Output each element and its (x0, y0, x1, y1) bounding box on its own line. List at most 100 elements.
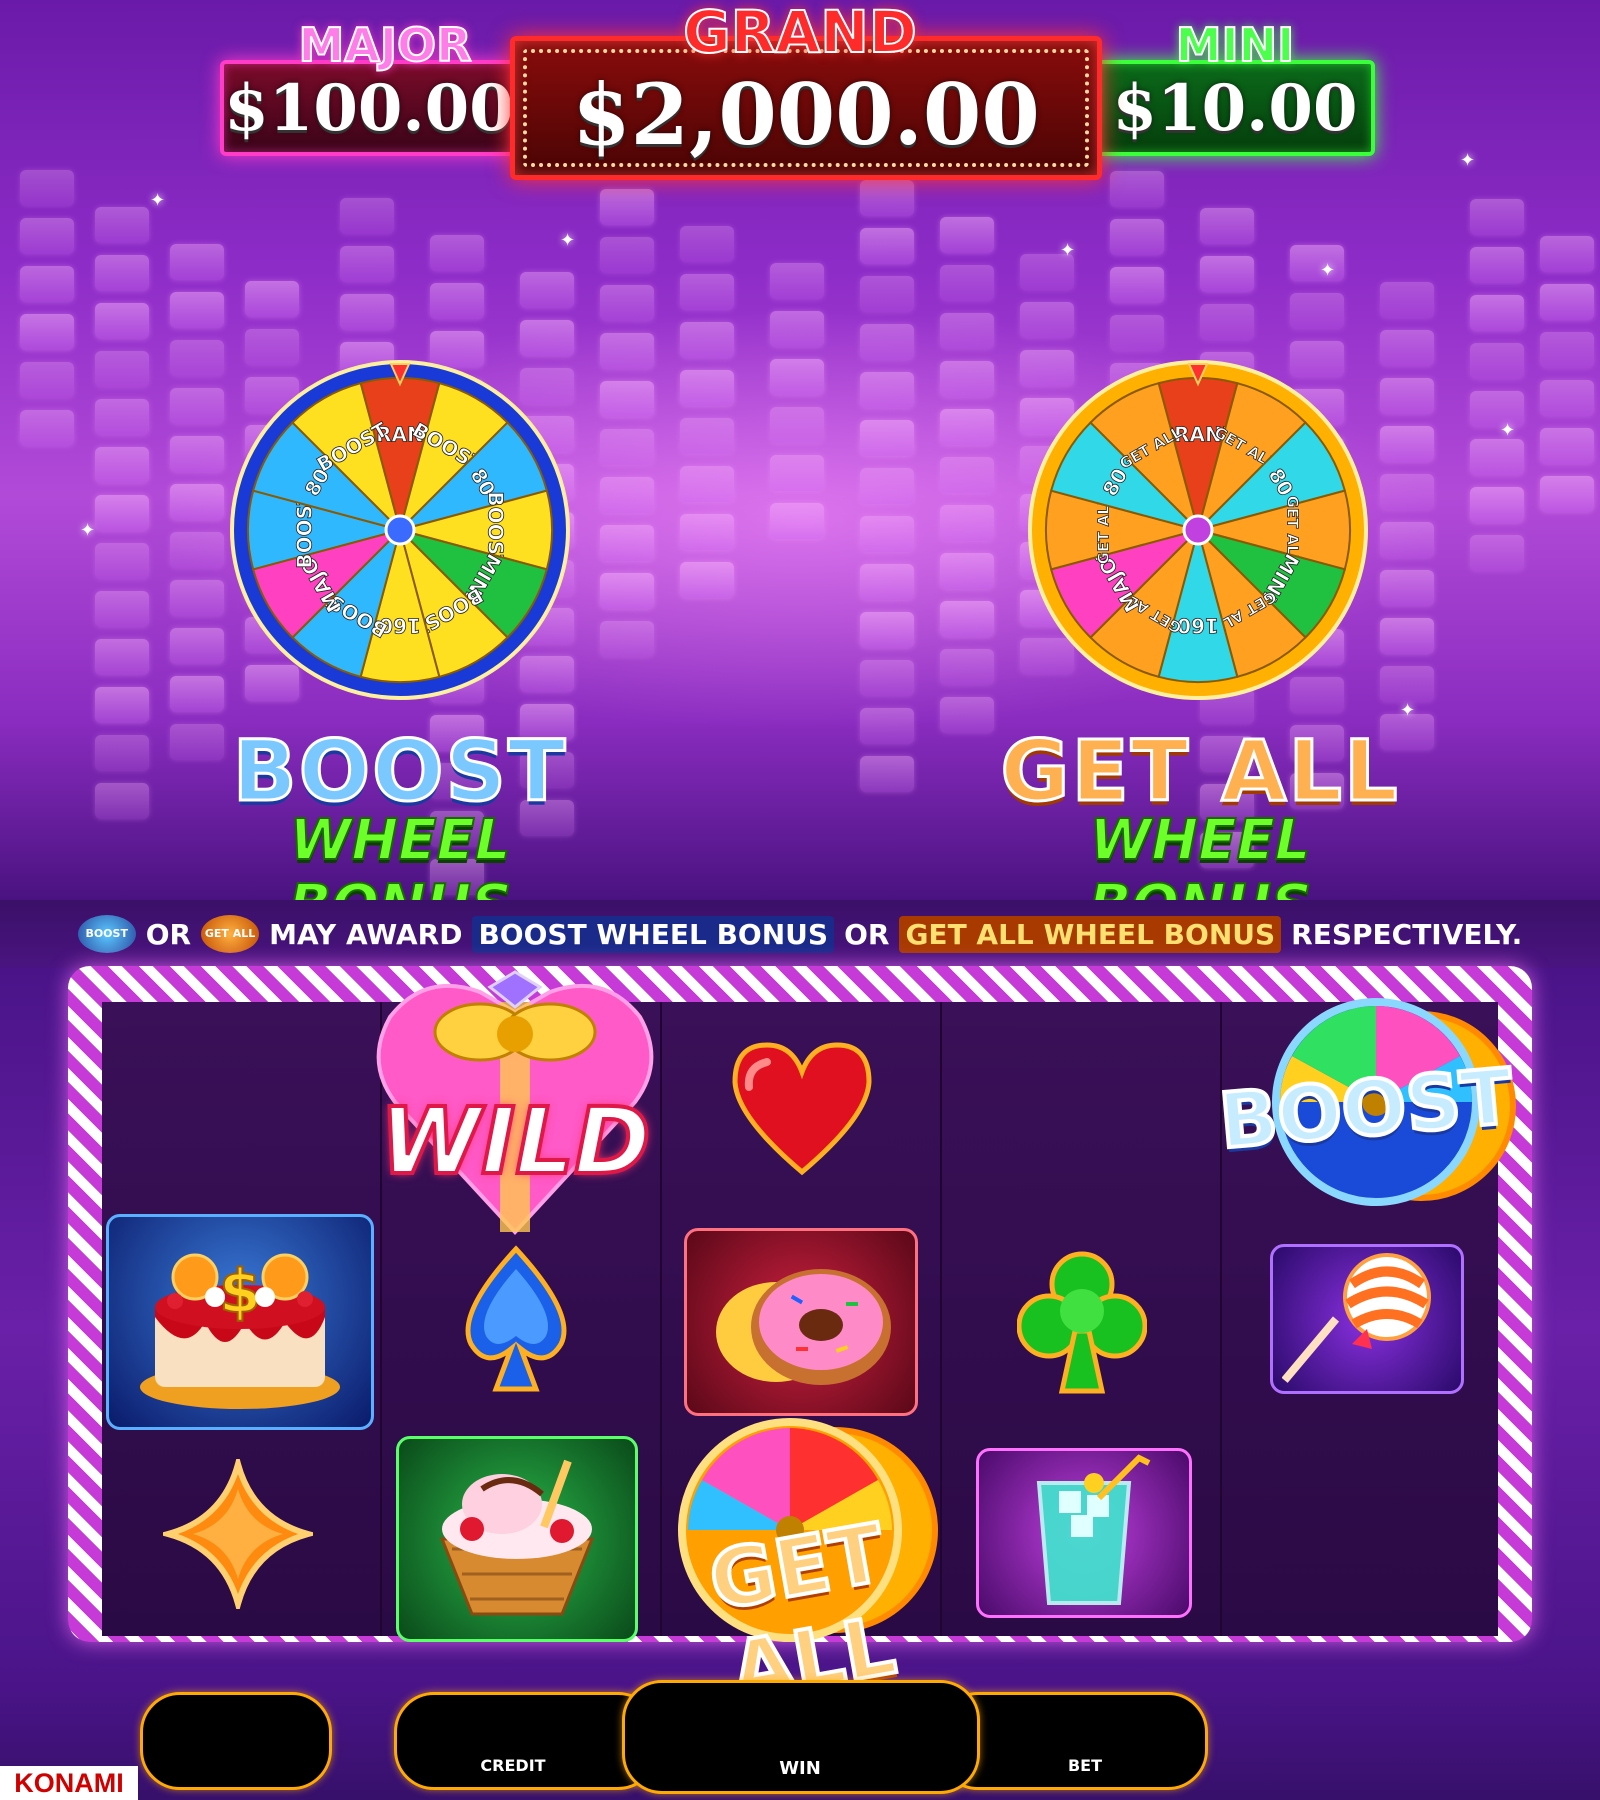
background-tile (245, 281, 299, 317)
background-tile (770, 311, 824, 347)
mini-jackpot-value: $10.00 (1112, 70, 1358, 146)
background-tile (20, 410, 74, 446)
boost-wheel-graphic: GRANDBOOST80BOOSTMINIBOOST160BOOSTMAJORB… (230, 360, 570, 700)
background-tile (95, 735, 149, 771)
background-tile (1380, 426, 1434, 462)
wheel-hub (384, 514, 416, 546)
sparkle-icon: ✦ (80, 520, 96, 541)
background-tile (20, 362, 74, 398)
background-tile (680, 274, 734, 310)
wheel-hub (1182, 514, 1214, 546)
background-tile (1200, 208, 1254, 244)
sparkle-icon: ✦ (1060, 240, 1076, 261)
info-or-2: OR (844, 917, 890, 951)
boost-badge-icon: BOOST (77, 915, 136, 953)
sparkle-icon: ✦ (1320, 260, 1336, 281)
background-tile (95, 399, 149, 435)
background-tile (680, 466, 734, 502)
background-tile (95, 591, 149, 627)
background-tile (1200, 304, 1254, 340)
boost-wheel: GRAND BOOST 80 BOOST MINI BOOST 160 BOOST MAJOR B… (228, 358, 572, 702)
getall-wheel-title: GET ALL (999, 721, 1400, 822)
info-boost-bonus: BOOST WHEEL BONUS (472, 915, 835, 953)
background-tile (600, 477, 654, 513)
getall-wheel: GRAND GET ALL 80 GET ALL MINI GET ALL 160 GET A… (1026, 358, 1370, 702)
bonus-info-banner: BOOST OR GET ALL MAY AWARD BOOST WHEEL B… (0, 900, 1600, 968)
background-tile (520, 320, 574, 356)
cake-icon: $ (140, 1253, 340, 1409)
background-tile (680, 370, 734, 406)
bet-label: BET (1067, 1756, 1103, 1775)
background-tile (95, 303, 149, 339)
background-tile (600, 525, 654, 561)
background-tile (95, 351, 149, 387)
background-tile (1540, 332, 1594, 368)
background-tile (1470, 247, 1524, 283)
background-tile (680, 322, 734, 358)
background-tile (680, 226, 734, 262)
background-tile (1380, 522, 1434, 558)
background-tile (170, 340, 224, 376)
background-tile (860, 564, 914, 600)
background-tile (170, 436, 224, 472)
background-tile (20, 170, 74, 206)
sundae-icon (439, 1459, 595, 1616)
background-tile (860, 324, 914, 360)
background-tile (95, 447, 149, 483)
background-tile (600, 381, 654, 417)
info-getall-bonus: GET ALL WHEEL BONUS (899, 915, 1282, 953)
background-tile (600, 285, 654, 321)
background-tile (940, 601, 994, 637)
background-tile (770, 455, 824, 491)
background-tile (1110, 267, 1164, 303)
spade-icon (465, 1245, 567, 1392)
donut-symbol (684, 1228, 918, 1416)
background-tile (340, 198, 394, 234)
mini-jackpot-label: MINI (1175, 17, 1296, 73)
background-tile (1110, 315, 1164, 351)
menu-button[interactable] (140, 1692, 332, 1790)
background-tile (860, 228, 914, 264)
background-tile (770, 407, 824, 443)
background-tile (940, 697, 994, 733)
svg-text:$: $ (219, 1257, 261, 1327)
getall-wheel-graphic: GRANDGET ALL80GET ALLMINIGET ALL160GET A… (1028, 360, 1368, 700)
drink-icon (1036, 1454, 1151, 1605)
background-tile (600, 237, 654, 273)
sundae-symbol (396, 1436, 638, 1642)
background-tile (170, 292, 224, 328)
background-tile (430, 235, 484, 271)
background-tile (860, 708, 914, 744)
background-tile (680, 514, 734, 550)
background-tile (1470, 295, 1524, 331)
background-tile (600, 333, 654, 369)
background-tile (940, 649, 994, 685)
diamond-symbol (158, 1454, 318, 1614)
mini-jackpot-meter: $10.00 (1095, 60, 1375, 156)
background-tile (940, 409, 994, 445)
background-tile (1020, 302, 1074, 338)
background-tile (1540, 236, 1594, 272)
background-tile (170, 580, 224, 616)
background-tile (1380, 618, 1434, 654)
background-tile (860, 612, 914, 648)
background-tile (1290, 245, 1344, 281)
getall-badge-icon: GET ALL (201, 915, 260, 953)
background-tile (600, 429, 654, 465)
donut-icon (716, 1269, 891, 1385)
background-tile (860, 276, 914, 312)
club-icon (1017, 1251, 1147, 1394)
background-tile (600, 573, 654, 609)
info-or-1: OR (145, 917, 192, 951)
background-tile (770, 263, 824, 299)
background-tile (1470, 199, 1524, 235)
diamond-icon (163, 1459, 313, 1609)
background-tile (1380, 330, 1434, 366)
background-tile (95, 639, 149, 675)
major-jackpot-value: $100.00 (224, 70, 514, 146)
background-tile (1470, 535, 1524, 571)
background-tile (520, 272, 574, 308)
sparkle-icon: ✦ (150, 190, 166, 211)
grand-jackpot-label: GRAND (682, 0, 918, 67)
sparkle-icon: ✦ (1460, 150, 1476, 171)
